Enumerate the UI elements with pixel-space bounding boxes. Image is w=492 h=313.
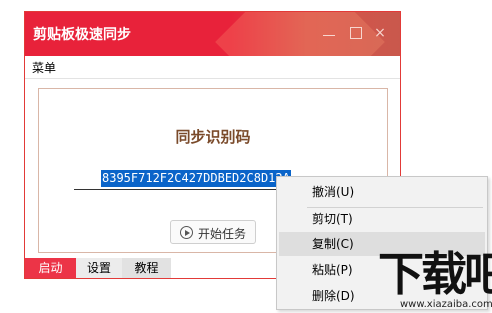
watermark-url: www.xiazaiba.com — [400, 299, 492, 310]
close-button[interactable]: × — [372, 25, 388, 41]
menu-bar: 菜单 — [25, 56, 400, 79]
watermark-logo: 下载吧 — [378, 247, 492, 301]
maximize-icon — [350, 27, 362, 39]
play-icon — [180, 226, 193, 239]
minimize-button[interactable] — [321, 25, 337, 41]
watermark: 下载吧 www.xiazaiba.com — [378, 248, 492, 313]
maximize-button[interactable] — [348, 25, 364, 41]
start-task-label: 开始任务 — [198, 227, 247, 241]
sync-code-heading: 同步识别码 — [175, 128, 251, 146]
close-icon: × — [374, 25, 386, 41]
menu-item-menu[interactable]: 菜单 — [32, 59, 56, 76]
tab-settings[interactable]: 设置 — [76, 258, 122, 278]
window-title: 剪贴板极速同步 — [33, 27, 131, 43]
sync-code-value[interactable]: 8395F712F2C427DDBED2C8D12A — [101, 170, 291, 187]
title-bar[interactable]: 剪贴板极速同步 × — [25, 12, 400, 56]
tab-start[interactable]: 启动 — [25, 258, 76, 278]
context-menu-undo[interactable]: 撤消(U) — [279, 180, 485, 204]
minimize-icon — [323, 35, 335, 36]
context-menu-cut[interactable]: 剪切(T) — [279, 207, 485, 231]
tab-tutorial[interactable]: 教程 — [122, 258, 171, 278]
start-task-button[interactable]: 开始任务 — [170, 220, 256, 244]
